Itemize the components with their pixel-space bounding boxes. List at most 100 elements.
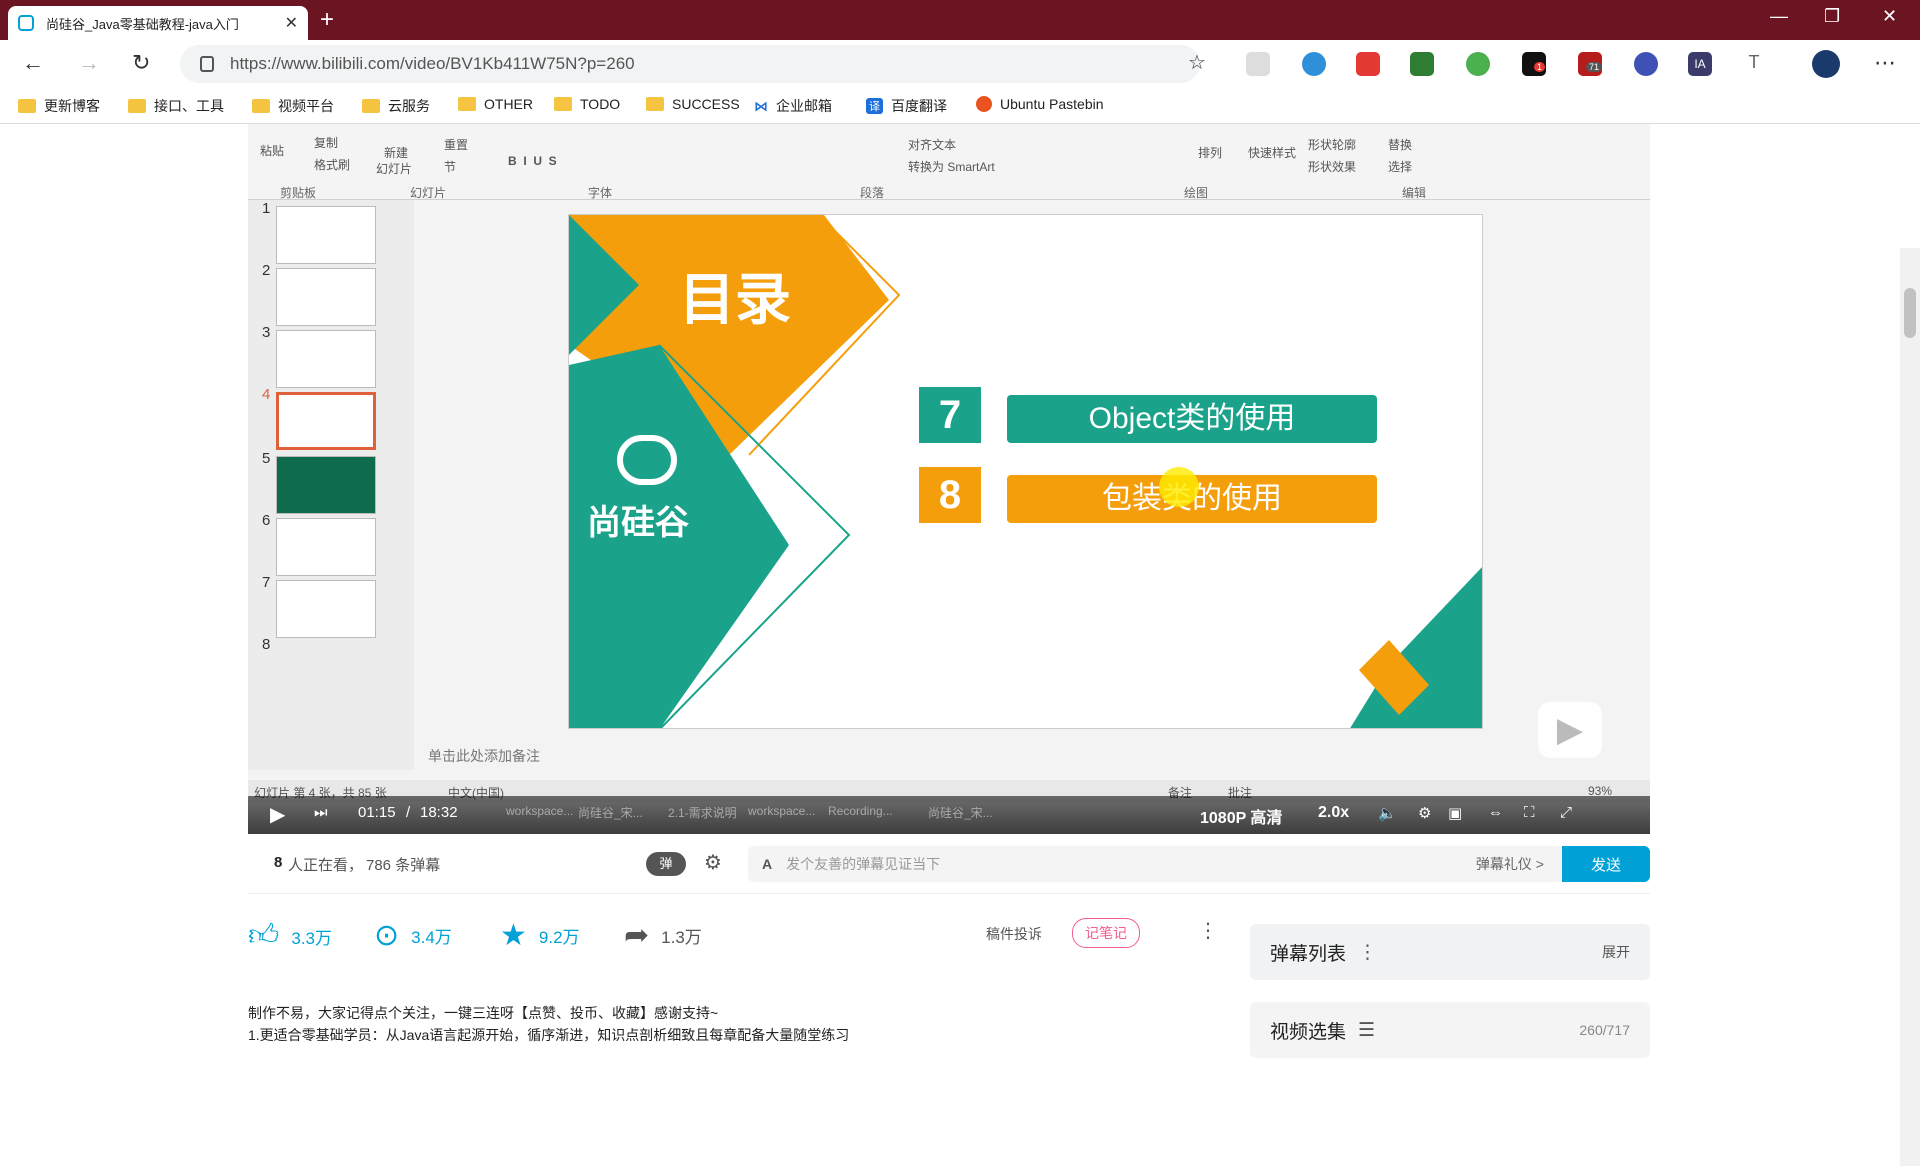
coin-icon: ⊙ [374,919,400,952]
folder-icon [252,99,270,113]
folder-icon [128,99,146,113]
favorite-star-icon[interactable]: ☆ [1188,50,1206,75]
webfullscreen-icon[interactable]: ⛶ [1524,804,1535,821]
bookmark-folder[interactable]: OTHER [458,96,533,112]
group-label: 剪贴板 [280,186,317,200]
smartart-button: 转换为 SmartArt [908,160,995,174]
bookmark-label: 企业邮箱 [776,98,832,114]
time-separator: / [406,804,411,821]
browser-tab[interactable]: 尚硅谷_Java零基础教程-java入门 ✕ [8,6,308,40]
folder-icon [362,99,380,113]
like-button[interactable]: 👍︎ 3.3万 [248,918,332,954]
danmu-count: 786 条弹幕 [366,857,441,874]
slide-number: 4 [262,386,271,403]
send-button[interactable]: 发送 [1562,846,1650,882]
video-list-panel[interactable]: 视频选集 ☰ 260/717 [1250,1002,1650,1058]
ia-extension-icon[interactable]: IA [1688,52,1712,76]
quick-styles-button: 快速样式 [1248,146,1297,160]
quality-button[interactable]: 1080P 高清 [1200,804,1282,828]
danmu-list-panel[interactable]: 弹幕列表 ⋮ 展开 [1250,924,1650,980]
bookmark-link[interactable]: Ubuntu Pastebin [976,96,1104,112]
folder-icon [554,97,572,111]
bookmark-link[interactable]: 译百度翻译 [866,96,947,116]
next-icon[interactable]: ⏭ [314,804,328,821]
paste-button: 粘贴 [260,144,285,158]
bookmark-folder[interactable]: 接口、工具 [128,96,224,116]
profile-avatar[interactable] [1812,50,1840,78]
fullscreen-icon[interactable]: ⤢ [1560,804,1572,821]
back-button[interactable]: ← [22,50,44,76]
report-link[interactable]: 稿件投诉 [986,924,1042,944]
slide-thumbnail[interactable] [276,456,376,514]
extension-badge: 1 [1534,62,1546,72]
minimize-button[interactable]: — [1770,6,1788,27]
danmu-settings-icon[interactable]: ⚙ [704,850,722,875]
more-icon[interactable]: ⋮ [1198,918,1218,943]
volume-icon[interactable]: 🔈 [1378,804,1397,822]
restore-button[interactable]: ❐ [1824,6,1840,27]
bookmark-folder[interactable]: SUCCESS [646,96,740,112]
video-actions: 👍︎ 3.3万 ⊙ 3.4万 ★ 9.2万 ➦ 1.3万 稿件投诉 记笔记 ⋮ [248,904,1218,964]
s-extension-icon[interactable] [1410,52,1434,76]
new-tab-button[interactable]: + [320,6,334,34]
video-player[interactable]: 粘贴 复制 格式刷 新建 幻灯片 重置 节 B I U S 对齐文本 转换为 S… [248,124,1650,834]
reload-button[interactable]: ↻ [132,50,150,76]
widescreen-icon[interactable]: ⇔ [1488,804,1503,821]
more-icon[interactable]: ⋮ [1358,941,1377,964]
toc-number: 8 [919,467,981,523]
danmu-toggle[interactable]: 弹 [646,852,686,876]
close-window-button[interactable]: ✕ [1882,6,1897,27]
compass-extension-icon[interactable] [1634,52,1658,76]
bookmark-folder[interactable]: 更新博客 [18,96,100,116]
shield-extension-icon[interactable] [1302,52,1326,76]
cursor-extension-icon[interactable] [1246,52,1270,76]
share-button[interactable]: ➦ 1.3万 [624,918,702,953]
globe-extension-icon[interactable] [1466,52,1490,76]
copy-button: 复制 [314,136,339,150]
slide-thumbnail-selected[interactable] [276,392,376,450]
coin-button[interactable]: ⊙ 3.4万 [374,918,452,953]
danmu-input[interactable]: A 发个友善的弹幕见证当下 弹幕礼仪 > [748,846,1564,882]
text-extension-icon[interactable]: T [1742,52,1766,76]
ppt-ribbon: 粘贴 复制 格式刷 新建 幻灯片 重置 节 B I U S 对齐文本 转换为 S… [248,124,1650,200]
expand-link[interactable]: 展开 [1602,942,1630,962]
youtube-extension-icon[interactable] [1356,52,1380,76]
scrollbar-thumb[interactable] [1904,288,1916,338]
speed-button[interactable]: 2.0x [1318,804,1349,822]
bookmark-folder[interactable]: 云服务 [362,96,430,116]
slide-thumbnail[interactable] [276,580,376,638]
more-menu-icon[interactable]: ⋯ [1874,50,1896,76]
close-tab-icon[interactable]: ✕ [285,13,298,33]
bold-icon: B I U S [508,154,557,168]
news-extension-icon[interactable]: 71 [1578,52,1603,76]
danmu-placeholder: 发个友善的弹幕见证当下 [786,856,941,872]
note-button[interactable]: 记笔记 [1072,918,1140,948]
settings-icon[interactable]: ⚙ [1418,804,1431,822]
text-style-icon[interactable]: A [762,856,772,872]
ubuntu-icon [976,96,992,112]
mail-extension-icon[interactable]: 1 [1522,52,1546,76]
pip-icon[interactable]: ▣ [1448,804,1462,822]
group-label: 幻灯片 [410,186,447,200]
address-bar[interactable]: https://www.bilibili.com/video/BV1Kb411W… [180,45,1200,83]
new-slide-label: 幻灯片 [376,162,413,176]
slide-thumbnail[interactable] [276,330,376,388]
slide-thumbnail[interactable] [276,268,376,326]
player-controls: ▶ ⏭ 01:15 / 18:32 workspace... 尚硅谷_宋... … [248,796,1650,834]
bookmark-label: Ubuntu Pastebin [1000,96,1104,112]
forward-button[interactable]: → [78,50,100,76]
folder-icon [646,97,664,111]
slide-thumbnail[interactable] [276,518,376,576]
slide-thumbnail[interactable] [276,206,376,264]
favorite-button[interactable]: ★ 9.2万 [500,918,580,953]
taskbar-item: 尚硅谷_宋... [578,806,643,820]
danmu-etiquette-link[interactable]: 弹幕礼仪 > [1476,854,1544,874]
bookmark-link[interactable]: ⋈ 企业邮箱 [754,96,832,116]
bookmark-label: 视频平台 [278,98,334,114]
bookmark-folder[interactable]: TODO [554,96,620,112]
page-scrollbar[interactable] [1900,248,1920,1166]
bookmark-folder[interactable]: 视频平台 [252,96,334,116]
play-icon[interactable]: ▶ [270,802,285,827]
danmu-list-title: 弹幕列表 [1270,943,1347,965]
tab-title: 尚硅谷_Java零基础教程-java入门 [46,16,239,32]
